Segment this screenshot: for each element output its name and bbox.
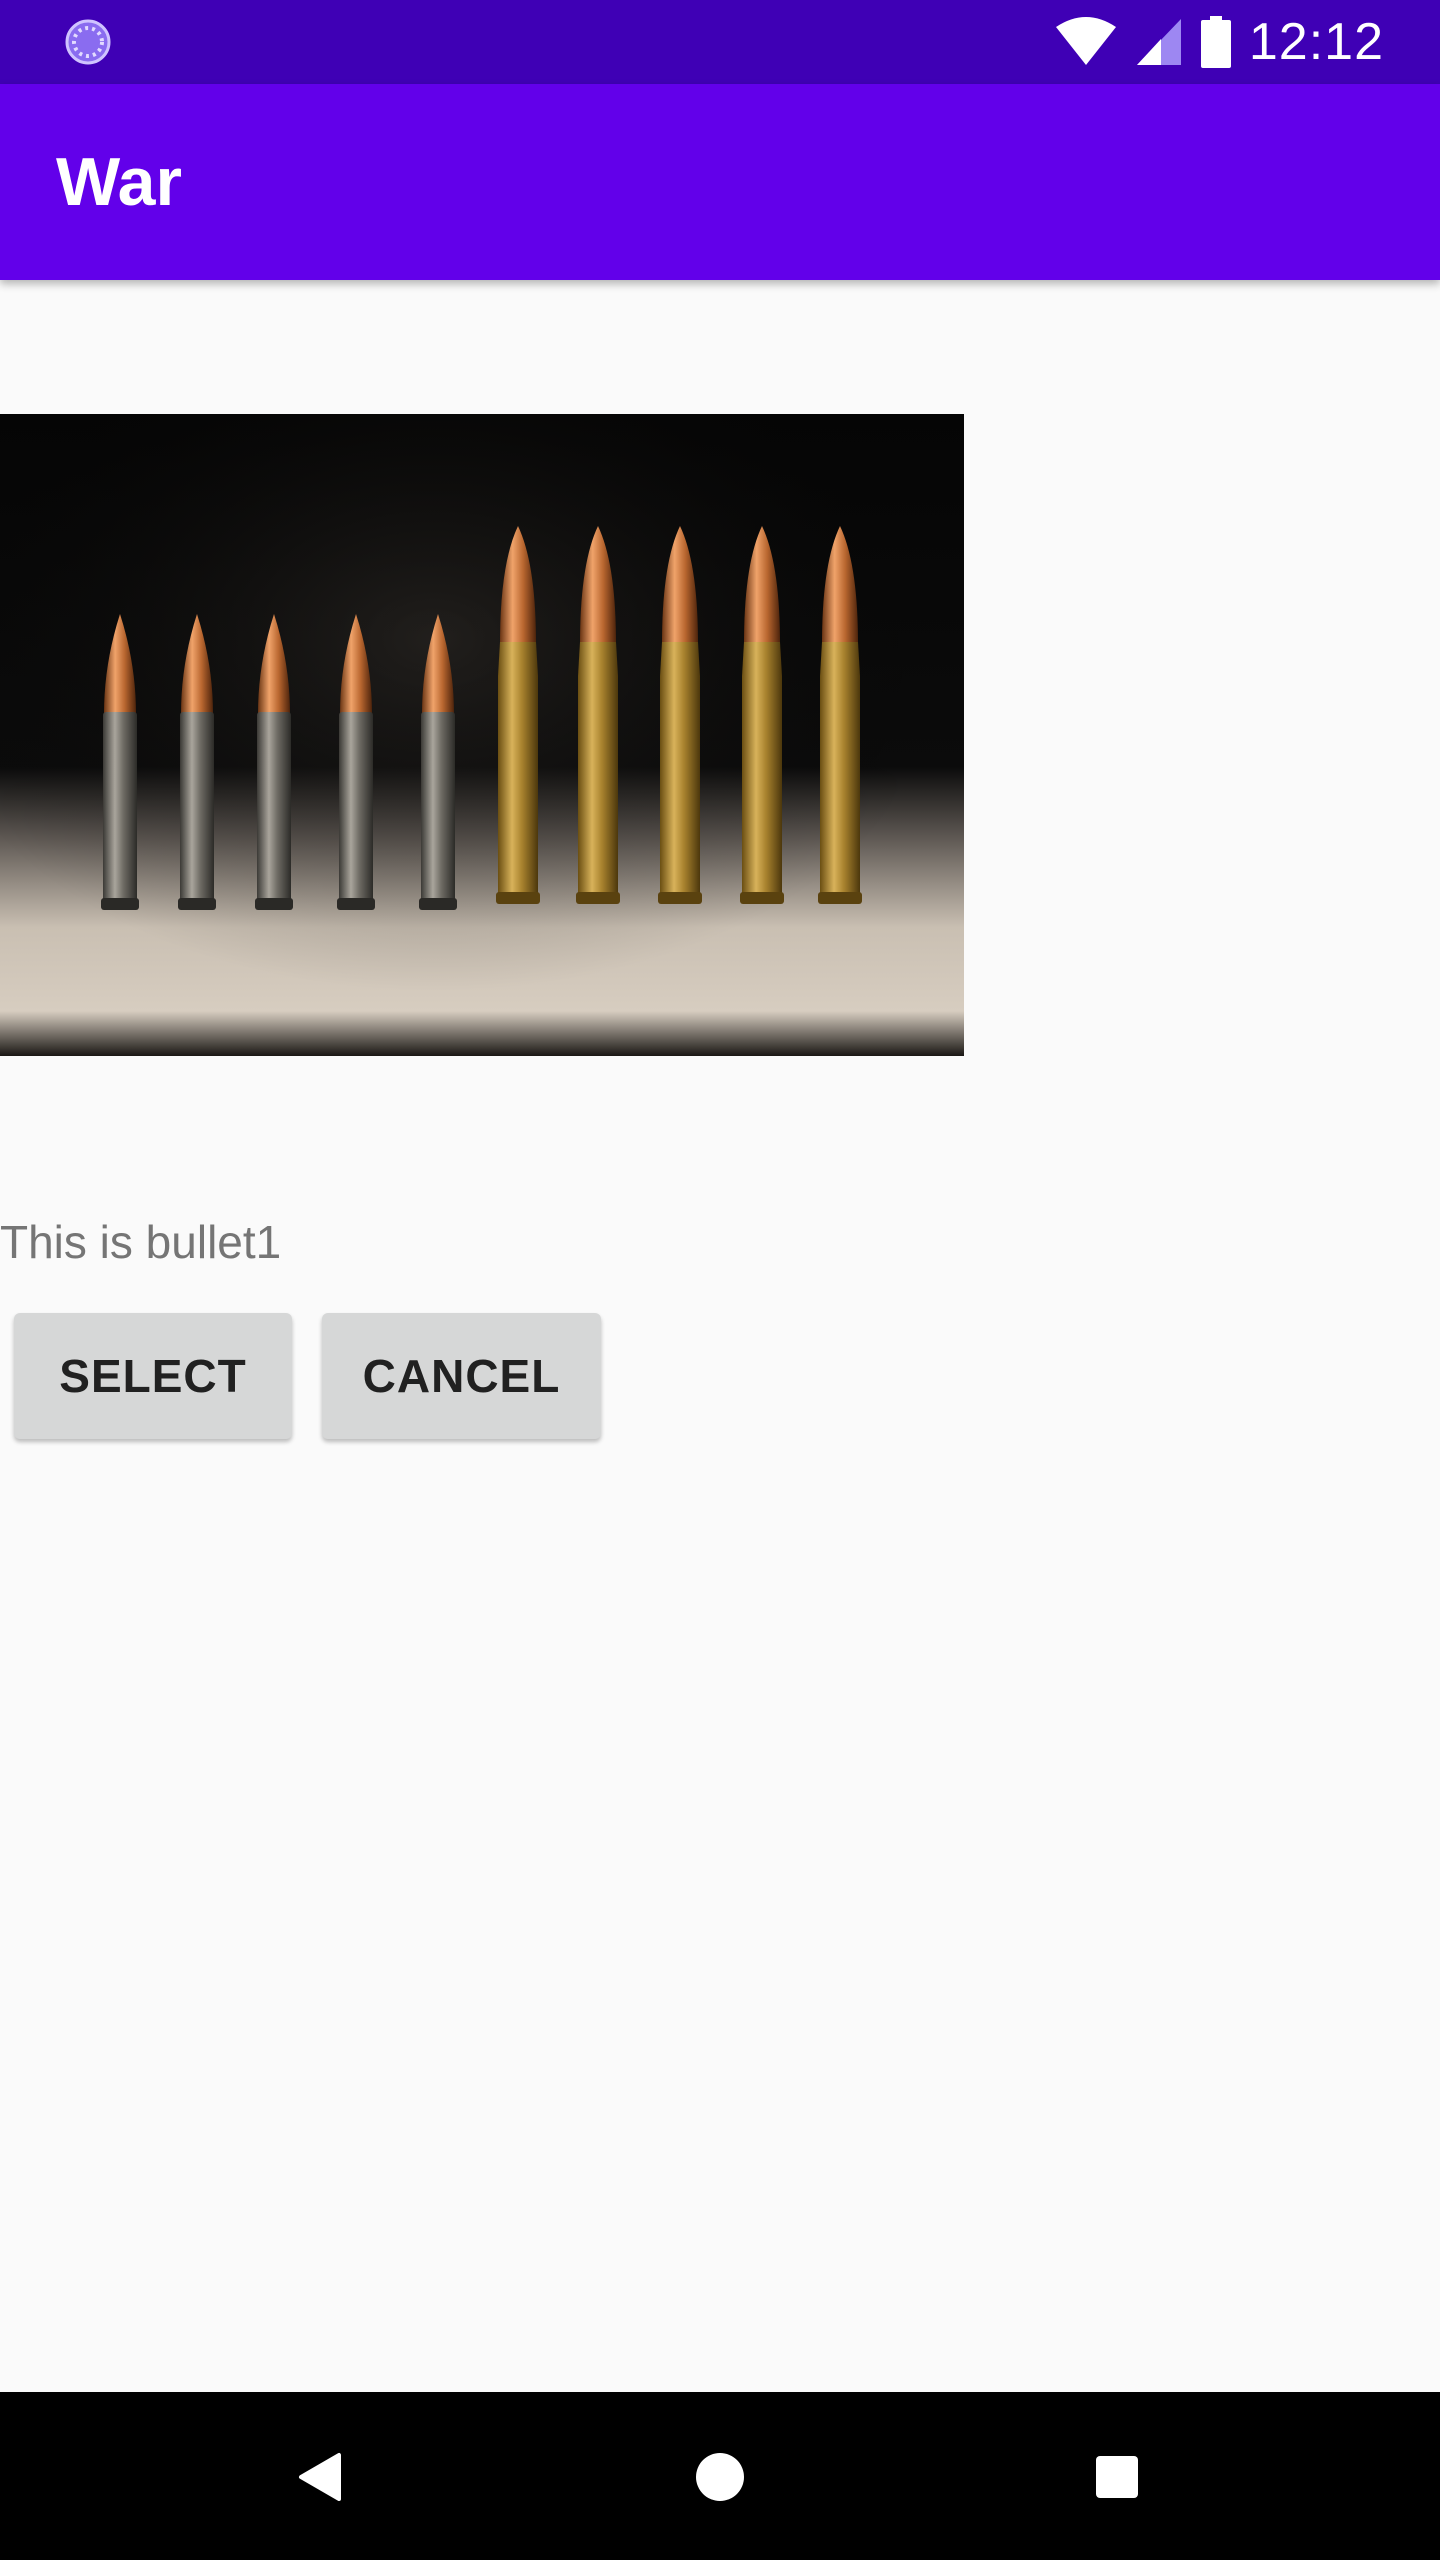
battery-icon — [1200, 16, 1231, 68]
bullets-image — [0, 414, 964, 1056]
item-caption: This is bullet1 — [0, 1216, 282, 1268]
home-icon[interactable] — [675, 2432, 765, 2522]
status-icons: 12:12 — [1055, 0, 1384, 84]
status-bar: 12:12 — [0, 0, 1440, 84]
app-bar: War — [0, 84, 1440, 280]
navigation-bar — [0, 2392, 1440, 2560]
cancel-button[interactable]: CANCEL — [322, 1313, 601, 1439]
status-time: 12:12 — [1248, 13, 1384, 71]
wifi-icon — [1055, 17, 1116, 65]
select-button[interactable]: SELECT — [14, 1313, 292, 1439]
app-title: War — [56, 144, 182, 220]
recents-icon[interactable] — [1072, 2432, 1162, 2522]
sync-progress-icon — [65, 19, 111, 65]
cell-signal-icon — [1136, 19, 1181, 65]
back-icon[interactable] — [277, 2432, 367, 2522]
